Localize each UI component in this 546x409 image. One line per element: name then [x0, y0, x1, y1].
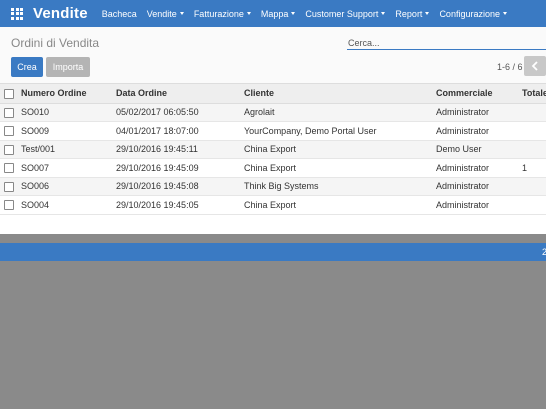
menu-item-label: Fatturazione: [193, 8, 244, 19]
column-header-salesperson[interactable]: Commerciale: [436, 84, 522, 104]
apps-grid-icon[interactable]: [10, 7, 24, 21]
chevron-left-icon: [531, 61, 538, 71]
menu-item-label: Mappa: [260, 8, 289, 19]
menu-item-bacheca[interactable]: Bacheca: [102, 9, 137, 19]
table-row[interactable]: SO004 29/10/2016 19:45:05 China Export Admi…: [0, 195, 546, 215]
menu-item-fatturazione[interactable]: Fatturazione: [194, 9, 251, 19]
client-cell: China Export: [244, 140, 436, 159]
order-number-cell: SO004: [20, 195, 116, 215]
search-input[interactable]: [347, 36, 546, 50]
caret-down-icon: [381, 12, 386, 15]
row-checkbox[interactable]: [4, 107, 14, 118]
row-checkbox[interactable]: [4, 126, 14, 137]
footer-total-value: 2: [541, 247, 546, 257]
total-cell: [522, 195, 546, 215]
pager-value: 1-6 / 6: [497, 62, 523, 72]
row-checkbox-cell: [0, 140, 20, 159]
menu-item-mappa[interactable]: Mappa: [261, 9, 296, 19]
client-cell: China Export: [244, 158, 436, 178]
order-date-cell: 29/10/2016 19:45:09: [116, 158, 244, 178]
row-checkbox-cell: [0, 158, 20, 178]
menu-item-label: Configurazione: [439, 8, 500, 19]
caret-down-icon: [179, 12, 184, 15]
salesperson-cell: Demo User: [436, 140, 522, 159]
menu-item-configurazione[interactable]: Configurazione: [439, 9, 507, 19]
menu-item-customer-support[interactable]: Customer Support: [305, 8, 386, 19]
salesperson-cell: Administrator: [436, 103, 522, 122]
sale-orders-table: Numero Ordine Data Ordine Cliente Commer…: [0, 84, 546, 215]
order-number-cell: Test/001: [20, 140, 116, 159]
table-row[interactable]: Test/001 29/10/2016 19:45:11 China Export D…: [0, 140, 546, 159]
row-checkbox-cell: [0, 195, 20, 215]
create-button[interactable]: Crea: [11, 57, 43, 77]
total-cell: [522, 121, 546, 141]
caret-down-icon: [425, 12, 430, 15]
column-header-client[interactable]: Cliente: [244, 84, 436, 104]
menu-item-report[interactable]: Report: [395, 8, 430, 19]
order-number-cell: SO006: [20, 177, 116, 196]
salesperson-cell: Administrator: [436, 195, 522, 215]
order-date-cell: 29/10/2016 19:45:05: [116, 195, 244, 215]
client-cell: YourCompany, Demo Portal User: [244, 121, 436, 141]
table-header-row: Numero Ordine Data Ordine Cliente Commer…: [0, 84, 546, 104]
caret-down-icon: [246, 12, 251, 15]
row-checkbox[interactable]: [4, 163, 14, 174]
salesperson-cell: Administrator: [436, 177, 522, 196]
table-footer: 2: [0, 243, 546, 261]
row-checkbox[interactable]: [4, 200, 14, 211]
menu-item-label: Report: [395, 8, 423, 19]
total-cell: [522, 140, 546, 159]
control-panel: Ordini di Vendita Crea Importa 1-6 / 6: [0, 27, 546, 84]
page-title: Ordini di Vendita: [11, 36, 100, 50]
order-number-cell: SO007: [20, 158, 116, 178]
order-date-cell: 29/10/2016 19:45:08: [116, 177, 244, 196]
row-checkbox-cell: [0, 177, 20, 196]
total-cell: 1: [522, 158, 546, 178]
column-header-number[interactable]: Numero Ordine: [20, 84, 116, 104]
menu-item-label: Customer Support: [305, 8, 379, 19]
top-navbar: Vendite Bacheca Vendite Fatturazione Mappa C…: [0, 0, 546, 27]
salesperson-cell: Administrator: [436, 121, 522, 141]
select-all-checkbox-cell: [0, 84, 20, 104]
salesperson-cell: Administrator: [436, 158, 522, 178]
row-checkbox[interactable]: [4, 144, 14, 155]
caret-down-icon: [291, 12, 296, 15]
table-row[interactable]: SO007 29/10/2016 19:45:09 China Export Admi…: [0, 158, 546, 178]
column-header-total[interactable]: Totale: [522, 84, 546, 104]
import-button[interactable]: Importa: [46, 57, 90, 77]
list-view-panel: Ordini di Vendita Crea Importa 1-6 / 6 N…: [0, 27, 546, 261]
table-row[interactable]: SO006 29/10/2016 19:45:08 Think Big System…: [0, 177, 546, 196]
table-row[interactable]: SO010 05/02/2017 06:05:50 Agrolait Administ…: [0, 103, 546, 122]
row-checkbox[interactable]: [4, 181, 14, 192]
total-cell: [522, 103, 546, 122]
order-number-cell: SO010: [20, 103, 116, 122]
pager-previous-button[interactable]: [524, 56, 546, 76]
caret-down-icon: [502, 12, 507, 15]
menu-item-label: Vendite: [146, 8, 177, 19]
menu-item-vendite[interactable]: Vendite: [147, 9, 184, 19]
table-row[interactable]: SO009 04/01/2017 18:07:00 YourCompany, Dem…: [0, 121, 546, 141]
main-menu: Bacheca Vendite Fatturazione Mappa Customer …: [102, 0, 517, 27]
client-cell: Think Big Systems: [244, 177, 436, 196]
app-title[interactable]: Vendite: [33, 5, 88, 22]
menu-item-label: Bacheca: [101, 8, 137, 19]
client-cell: China Export: [244, 195, 436, 215]
row-checkbox-cell: [0, 121, 20, 141]
total-cell: [522, 177, 546, 196]
order-number-cell: SO009: [20, 121, 116, 141]
order-date-cell: 04/01/2017 18:07:00: [116, 121, 244, 141]
column-header-date[interactable]: Data Ordine: [116, 84, 244, 104]
row-checkbox-cell: [0, 103, 20, 122]
client-cell: Agrolait: [244, 103, 436, 122]
order-date-cell: 05/02/2017 06:05:50: [116, 103, 244, 122]
select-all-checkbox[interactable]: [4, 88, 14, 99]
order-date-cell: 29/10/2016 19:45:11: [116, 140, 244, 159]
